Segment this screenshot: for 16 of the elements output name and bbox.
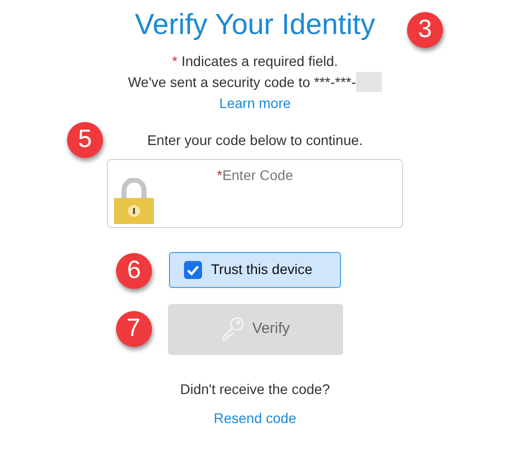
learn-more-link[interactable]: Learn more [219, 92, 291, 114]
step-number-badge: 6 [116, 252, 152, 289]
instruction-text: Enter your code below to continue. [146, 130, 364, 150]
lock-icon [114, 178, 154, 224]
step-number-badge: 3 [406, 12, 443, 48]
step-number-badge: 5 [67, 122, 103, 158]
resend-code-link[interactable]: Resend code [214, 408, 296, 429]
trust-device-checkbox[interactable]: Trust this device [169, 252, 341, 288]
resend-prompt: Didn't receive the code? [180, 380, 330, 399]
step-number-badge: 7 [116, 310, 152, 347]
required-note: Indicates a required field. [182, 52, 338, 71]
checkbox-icon [184, 260, 202, 279]
page-title: Verify Your Identity [134, 8, 376, 43]
required-marker: * [172, 52, 178, 71]
code-field[interactable]: *Enter Code [107, 158, 403, 228]
sent-message: We've sent a security code to ***-***- [128, 72, 356, 92]
